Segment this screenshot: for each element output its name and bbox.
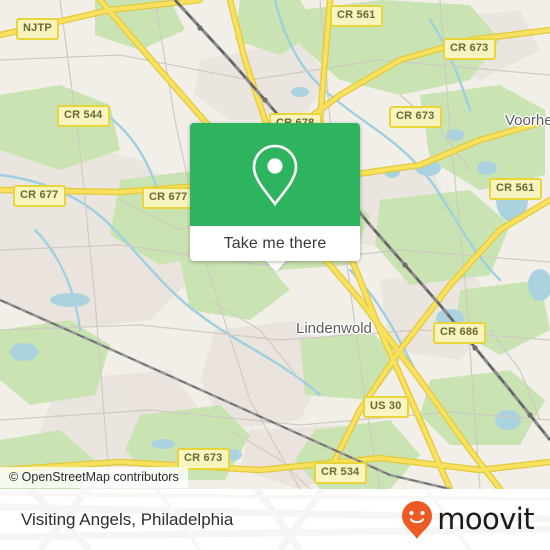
road-shield-njtp[interactable]: NJTP bbox=[16, 18, 59, 40]
road-shield-cr-561-east[interactable]: CR 561 bbox=[489, 178, 542, 200]
road-shield-cr-686[interactable]: CR 686 bbox=[433, 322, 486, 344]
moovit-map-screen: Lindenwold Voorhe NJTP CR 561 CR 673 CR … bbox=[0, 0, 550, 550]
moovit-brand: moovit bbox=[400, 500, 535, 540]
map-attribution[interactable]: © OpenStreetMap contributors bbox=[0, 467, 188, 488]
road-shield-cr-673-east[interactable]: CR 673 bbox=[389, 106, 442, 128]
place-label-lindenwold: Lindenwold bbox=[296, 320, 372, 337]
road-shield-cr-544[interactable]: CR 544 bbox=[57, 105, 110, 127]
place-label-voorhees: Voorhe bbox=[505, 112, 550, 129]
moovit-wordmark: moovit bbox=[437, 502, 534, 536]
popup-pointer-tail bbox=[265, 260, 287, 272]
bottom-info-bar: Visiting Angels, Philadelphia moovit bbox=[0, 489, 550, 550]
take-me-there-button[interactable]: Take me there bbox=[190, 226, 360, 261]
moovit-smiley-pin-icon bbox=[402, 500, 433, 539]
road-shield-cr-561-north[interactable]: CR 561 bbox=[330, 5, 383, 27]
location-title: Visiting Angels, Philadelphia bbox=[21, 509, 234, 529]
road-shield-cr-677-west[interactable]: CR 677 bbox=[13, 185, 66, 207]
road-shield-cr-677-center[interactable]: CR 677 bbox=[142, 187, 195, 209]
road-shield-us-30[interactable]: US 30 bbox=[363, 396, 409, 418]
take-me-there-label: Take me there bbox=[223, 234, 327, 252]
road-shield-cr-673-northeast[interactable]: CR 673 bbox=[443, 38, 496, 60]
popup-marker-area bbox=[190, 123, 360, 226]
location-popup-card[interactable]: Take me there bbox=[190, 123, 360, 261]
road-shield-cr-534[interactable]: CR 534 bbox=[314, 462, 367, 484]
map-pin-icon bbox=[252, 144, 298, 206]
map-viewport[interactable]: Lindenwold Voorhe NJTP CR 561 CR 673 CR … bbox=[0, 0, 550, 489]
